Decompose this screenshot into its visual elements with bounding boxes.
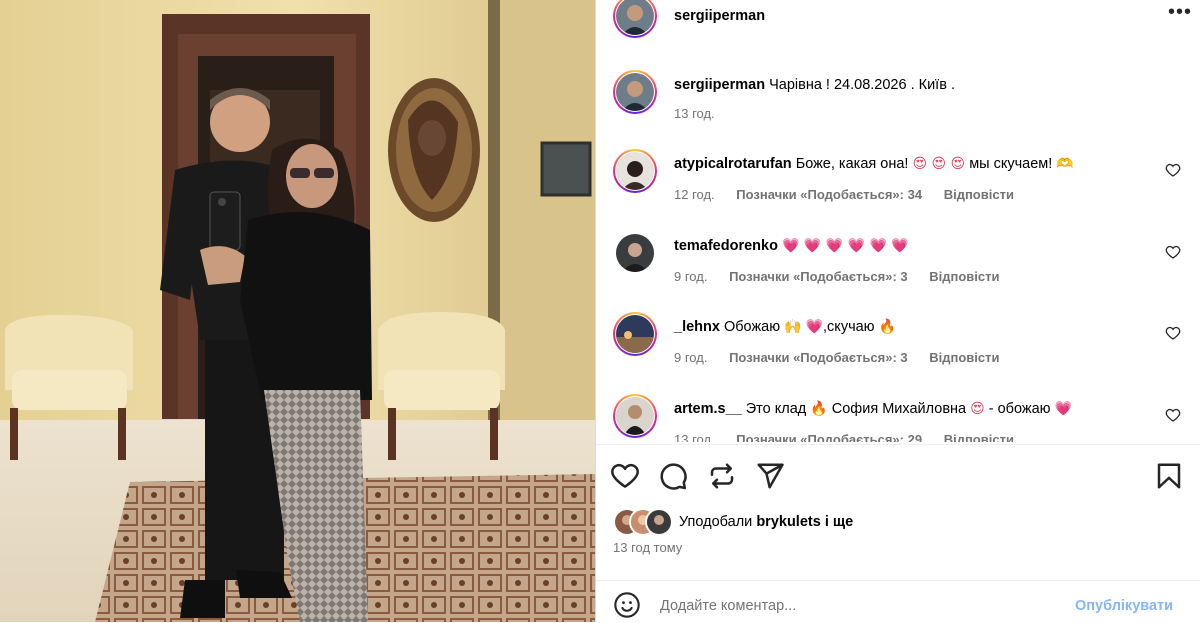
comment-text: artem.s__ Это клад 🔥 София Михайловна 😍 … bbox=[674, 401, 1072, 417]
reply-button[interactable]: Відповісти bbox=[944, 432, 1014, 442]
post-actions bbox=[596, 444, 1200, 505]
liker-username[interactable]: brykulets bbox=[756, 514, 820, 530]
comment-input[interactable]: Додайте коментар... bbox=[660, 598, 796, 614]
comment-text: atypicalrotarufan Боже, какая она! 😍 😍 😍… bbox=[674, 156, 1074, 172]
comment-emoji-2: 😍 bbox=[970, 401, 985, 417]
post-photo[interactable] bbox=[0, 0, 595, 622]
caption-author-avatar[interactable] bbox=[613, 70, 657, 114]
reply-button[interactable]: Відповісти bbox=[929, 350, 999, 365]
heart-icon[interactable] bbox=[610, 461, 640, 491]
comment-time: 12 год. bbox=[674, 187, 715, 202]
comment-emoji-2: 🫶 bbox=[1056, 156, 1074, 172]
comment-body-3: - обожаю bbox=[988, 401, 1051, 417]
comment-text: _lehnx Обожаю 🙌 💗,скучаю 🔥 bbox=[674, 319, 896, 335]
instagram-post: sergiiperman ••• sergiiperman Чарівна ! … bbox=[0, 0, 1200, 622]
comment-composer: Додайте коментар... Опублікувати bbox=[596, 580, 1200, 623]
comment-body: Обожаю bbox=[723, 319, 781, 335]
commenter-avatar[interactable] bbox=[613, 394, 657, 438]
comment-meta: 9 год. Позначки «Подобається»: 3 Відпові… bbox=[674, 269, 1018, 284]
comment-like-icon[interactable] bbox=[1165, 244, 1181, 260]
comment-time: 9 год. bbox=[674, 269, 708, 284]
comments-list: sergiiperman Чарівна ! 24.08.2026 . Київ… bbox=[596, 60, 1200, 442]
comment-likes[interactable]: Позначки «Подобається»: 3 bbox=[729, 269, 908, 284]
comment-username[interactable]: artem.s__ bbox=[674, 401, 742, 417]
likes-text[interactable]: Уподобали brykulets і ще bbox=[679, 514, 853, 530]
publish-button[interactable]: Опублікувати bbox=[1075, 598, 1173, 614]
liker-avatar[interactable] bbox=[645, 508, 673, 536]
send-icon[interactable] bbox=[755, 461, 785, 491]
comment-likes[interactable]: Позначки «Подобається»: 29 bbox=[736, 432, 922, 442]
caption-body: Чарівна ! 24.08.2026 . Київ . bbox=[769, 77, 955, 93]
comment-emoji-heart: 💗 bbox=[805, 319, 824, 335]
comment-username[interactable]: atypicalrotarufan bbox=[674, 156, 792, 172]
likes-prefix: Уподобали bbox=[679, 514, 753, 530]
caption-text: sergiiperman Чарівна ! 24.08.2026 . Київ… bbox=[674, 77, 955, 93]
comment-body: Это клад bbox=[745, 401, 807, 417]
author-avatar[interactable] bbox=[613, 0, 657, 38]
caption-time: 13 год. bbox=[674, 106, 715, 121]
comment-like-icon[interactable] bbox=[1165, 407, 1181, 423]
repost-icon[interactable] bbox=[707, 461, 737, 491]
comment-body: Боже, какая она! bbox=[795, 156, 909, 172]
comment-meta: 13 год. Позначки «Подобається»: 29 Відпо… bbox=[674, 432, 1032, 442]
comment-meta: 12 год. Позначки «Подобається»: 34 Відпо… bbox=[674, 187, 1032, 202]
reply-button[interactable]: Відповісти bbox=[944, 187, 1014, 202]
comment-likes[interactable]: Позначки «Подобається»: 3 bbox=[729, 350, 908, 365]
likes-summary: Уподобали brykulets і ще bbox=[613, 508, 1193, 536]
post-image bbox=[0, 0, 595, 622]
post-header: sergiiperman ••• bbox=[596, 0, 1200, 38]
comment-emoji: 😍 😍 😍 bbox=[912, 156, 966, 172]
comment-icon[interactable] bbox=[658, 461, 688, 491]
comment-like-icon[interactable] bbox=[1165, 162, 1181, 178]
reply-button[interactable]: Відповісти bbox=[929, 269, 999, 284]
comment-like-icon[interactable] bbox=[1165, 325, 1181, 341]
comment-username[interactable]: temafedorenko bbox=[674, 238, 778, 254]
commenter-avatar[interactable] bbox=[613, 312, 657, 356]
comment-time: 9 год. bbox=[674, 350, 708, 365]
post-timestamp: 13 год тому bbox=[613, 540, 683, 555]
smiley-icon[interactable] bbox=[613, 591, 641, 619]
comment-username[interactable]: _lehnx bbox=[674, 319, 720, 335]
comment-time: 13 год. bbox=[674, 432, 715, 442]
comment-body-2: ,скучаю bbox=[823, 319, 875, 335]
post-details-panel: sergiiperman ••• sergiiperman Чарівна ! … bbox=[595, 0, 1200, 622]
likes-suffix[interactable]: і ще bbox=[825, 514, 853, 530]
comment-text: temafedorenko 💗 💗 💗 💗 💗 💗 bbox=[674, 238, 909, 254]
bookmark-icon[interactable] bbox=[1154, 461, 1184, 491]
comment-emoji-2: 🔥 bbox=[878, 319, 897, 335]
more-options-icon[interactable]: ••• bbox=[1168, 2, 1192, 22]
commenter-avatar[interactable] bbox=[616, 234, 654, 272]
comment-emoji: 🔥 bbox=[810, 401, 828, 417]
commenter-avatar[interactable] bbox=[613, 149, 657, 193]
caption-author[interactable]: sergiiperman bbox=[674, 77, 765, 93]
comment-body-2: София Михайловна bbox=[831, 401, 967, 417]
comment-emoji: 💗 💗 💗 💗 💗 💗 bbox=[781, 238, 909, 254]
comment-emoji: 🙌 bbox=[784, 319, 802, 335]
author-username[interactable]: sergiiperman bbox=[674, 8, 765, 24]
comment-likes[interactable]: Позначки «Подобається»: 34 bbox=[736, 187, 922, 202]
comment-body-2: мы скучаем! bbox=[969, 156, 1053, 172]
comment-emoji-3: 💗 bbox=[1054, 401, 1073, 417]
comment-meta: 9 год. Позначки «Подобається»: 3 Відпові… bbox=[674, 350, 1018, 365]
